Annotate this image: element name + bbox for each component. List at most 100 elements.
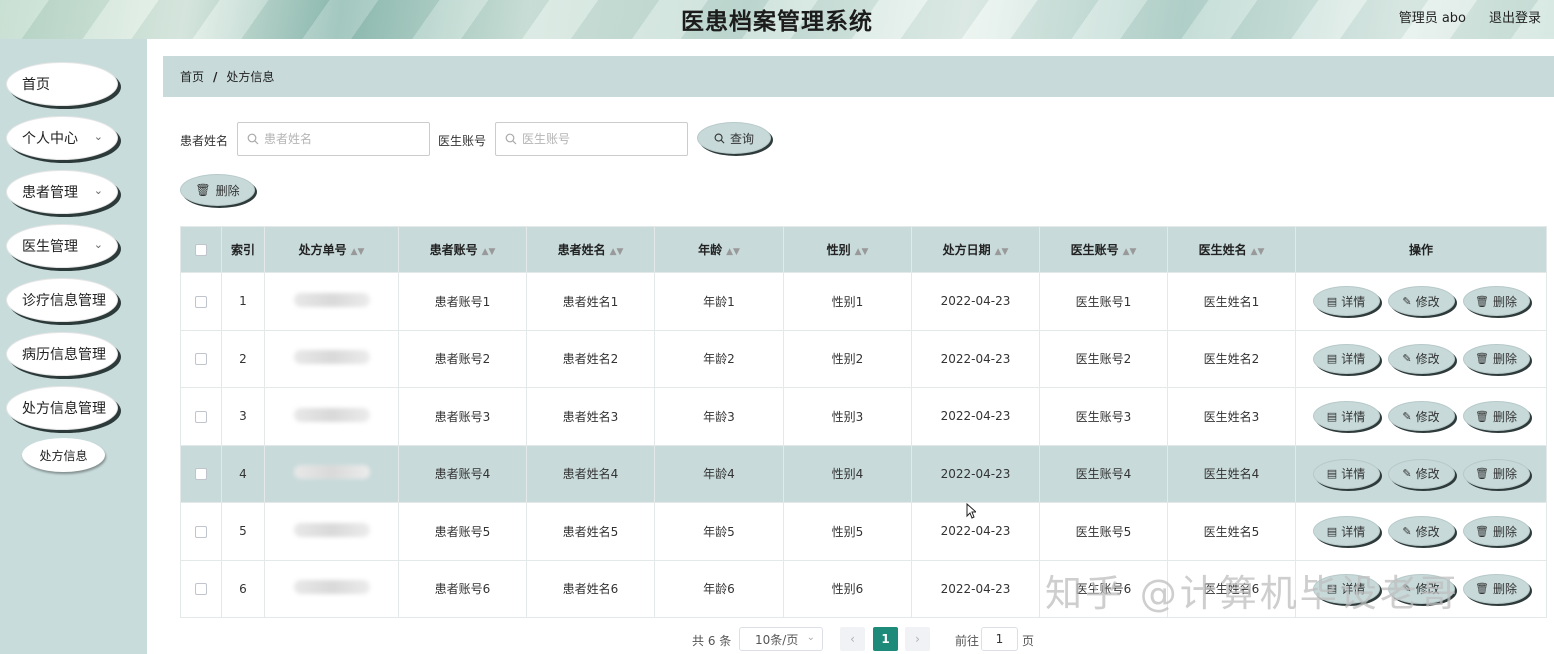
delete-button-label: 删除 xyxy=(1492,467,1517,482)
page-number-current[interactable]: 1 xyxy=(873,627,898,651)
trash-icon: 🗑 xyxy=(1475,524,1489,538)
delete-button[interactable]: 🗑 删除 xyxy=(1462,458,1530,489)
column-label: 医生账号 xyxy=(1070,243,1119,257)
detail-button[interactable]: ▤ 详情 xyxy=(1312,516,1380,547)
patient-name-search[interactable] xyxy=(237,122,430,156)
app-title: 医患档案管理系统 xyxy=(681,9,873,35)
row-checkbox[interactable] xyxy=(195,295,207,308)
row-checkbox[interactable] xyxy=(195,468,207,481)
table-row[interactable]: 4 患者账号4 患者姓名4 年龄4 性别4 2022-04-23 医生账号4 医生姓名4 ▤ 详情… xyxy=(180,444,1547,503)
column-label: 处方日期 xyxy=(942,243,991,257)
detail-button-label: 详情 xyxy=(1341,467,1366,482)
row-checkbox[interactable] xyxy=(195,410,207,423)
edit-button[interactable]: ✎ 修改 xyxy=(1387,343,1455,374)
doctor-account-search[interactable] xyxy=(495,122,688,156)
column-header[interactable]: 年龄 ▲▼ xyxy=(654,226,784,273)
row-checkbox[interactable] xyxy=(195,353,207,366)
next-page-button[interactable]: › xyxy=(905,627,930,651)
trash-icon: 🗑 xyxy=(1475,294,1489,308)
sort-icon[interactable]: ▲▼ xyxy=(610,247,624,257)
detail-button-label: 详情 xyxy=(1341,294,1366,309)
batch-delete-button[interactable]: 🗑 删除 xyxy=(180,174,255,206)
doctor-account-input[interactable] xyxy=(522,132,672,146)
table-row[interactable]: 2 患者账号2 患者姓名2 年龄2 性别2 2022-04-23 医生账号2 医生姓名2 ▤ 详情… xyxy=(180,329,1547,388)
logout-link[interactable]: 退出登录 xyxy=(1489,7,1541,26)
document-icon: ▤ xyxy=(1326,352,1338,366)
select-all-checkbox[interactable] xyxy=(195,244,207,256)
column-header[interactable]: 处方日期 ▲▼ xyxy=(911,226,1040,273)
page-size-value: 10条/页 xyxy=(755,632,799,647)
patient-name-input[interactable] xyxy=(264,132,414,146)
delete-button[interactable]: 🗑 删除 xyxy=(1462,286,1530,317)
page-size-select[interactable]: 10条/页 ⌄ xyxy=(739,627,823,651)
delete-button[interactable]: 🗑 删除 xyxy=(1462,516,1530,547)
row-select-cell xyxy=(180,502,222,561)
cell-gender: 性别6 xyxy=(783,559,912,618)
detail-button[interactable]: ▤ 详情 xyxy=(1312,343,1380,374)
column-header[interactable]: 医生账号 ▲▼ xyxy=(1039,226,1168,273)
cell-patient-name: 患者姓名2 xyxy=(526,329,655,388)
sidebar-item-home[interactable]: 首页 xyxy=(6,62,118,106)
sidebar-item-label: 诊疗信息管理 xyxy=(22,293,106,309)
batch-delete-label: 删除 xyxy=(215,183,240,198)
column-header[interactable]: 处方单号 ▲▼ xyxy=(264,226,399,273)
sort-icon[interactable]: ▲▼ xyxy=(482,247,496,257)
edit-button-label: 修改 xyxy=(1415,352,1440,367)
document-icon: ▤ xyxy=(1326,294,1338,308)
trash-icon: 🗑 xyxy=(1475,352,1489,366)
cell-doctor-name: 医生姓名4 xyxy=(1167,444,1296,503)
sort-icon[interactable]: ▲▼ xyxy=(995,247,1009,257)
sort-icon[interactable]: ▲▼ xyxy=(1251,247,1265,257)
edit-button[interactable]: ✎ 修改 xyxy=(1387,516,1455,547)
row-actions: ▤ 详情 ✎ 修改 🗑 删除 xyxy=(1296,286,1546,317)
prev-page-button[interactable]: ‹ xyxy=(840,627,865,651)
sort-icon[interactable]: ▲▼ xyxy=(726,247,740,257)
column-header[interactable]: 患者姓名 ▲▼ xyxy=(526,226,655,273)
query-button[interactable]: 查询 xyxy=(697,122,771,154)
cell-gender: 性别2 xyxy=(783,329,912,388)
column-header[interactable]: 患者账号 ▲▼ xyxy=(398,226,527,273)
column-header[interactable]: 性别 ▲▼ xyxy=(783,226,912,273)
goto-page-input[interactable]: 1 xyxy=(981,627,1018,651)
detail-button[interactable]: ▤ 详情 xyxy=(1312,286,1380,317)
column-label: 年龄 xyxy=(698,243,723,257)
sort-icon[interactable]: ▲▼ xyxy=(1123,247,1137,257)
sidebar-item-prescription-management[interactable]: 处方信息管理 xyxy=(6,386,118,430)
sort-icon[interactable]: ▲▼ xyxy=(855,247,869,257)
cell-actions: ▤ 详情 ✎ 修改 🗑 删除 xyxy=(1295,329,1547,388)
edit-button[interactable]: ✎ 修改 xyxy=(1387,458,1455,489)
edit-button[interactable]: ✎ 修改 xyxy=(1387,401,1455,432)
sidebar-item-record-management[interactable]: 病历信息管理 xyxy=(6,332,118,376)
detail-button[interactable]: ▤ 详情 xyxy=(1312,401,1380,432)
cell-patient-account: 患者账号6 xyxy=(398,559,527,618)
breadcrumb-home[interactable]: 首页 xyxy=(180,68,204,85)
column-label: 性别 xyxy=(826,243,851,257)
row-checkbox[interactable] xyxy=(195,525,207,538)
row-checkbox[interactable] xyxy=(195,583,207,596)
cell-index: 4 xyxy=(221,444,265,503)
delete-button-label: 删除 xyxy=(1492,524,1517,539)
pencil-icon: ✎ xyxy=(1402,467,1412,481)
table-row[interactable]: 3 患者账号3 患者姓名3 年龄3 性别3 2022-04-23 医生账号3 医生姓名3 ▤ 详情… xyxy=(180,387,1547,446)
sidebar-item-patient-management[interactable]: 患者管理 ⌄ xyxy=(6,170,118,214)
delete-button[interactable]: 🗑 删除 xyxy=(1462,573,1530,604)
delete-button[interactable]: 🗑 删除 xyxy=(1462,343,1530,374)
table-row[interactable]: 1 患者账号1 患者姓名1 年龄1 性别1 2022-04-23 医生账号1 医生姓名1 ▤ 详情… xyxy=(180,272,1547,331)
sidebar-subitem-prescription-info[interactable]: 处方信息 xyxy=(22,438,105,472)
cell-doctor-account: 医生账号3 xyxy=(1039,387,1168,446)
table-row[interactable]: 5 患者账号5 患者姓名5 年龄5 性别5 2022-04-23 医生账号5 医生姓名5 ▤ 详情… xyxy=(180,502,1547,561)
detail-button[interactable]: ▤ 详情 xyxy=(1312,458,1380,489)
column-header[interactable]: 医生姓名 ▲▼ xyxy=(1167,226,1296,273)
cell-patient-name: 患者姓名3 xyxy=(526,387,655,446)
breadcrumb-current: 处方信息 xyxy=(226,70,275,84)
edit-button[interactable]: ✎ 修改 xyxy=(1387,286,1455,317)
cell-age: 年龄4 xyxy=(654,444,784,503)
delete-button[interactable]: 🗑 删除 xyxy=(1462,401,1530,432)
sidebar-item-diagnosis-management[interactable]: 诊疗信息管理 xyxy=(6,278,118,322)
sidebar-item-doctor-management[interactable]: 医生管理 ⌄ xyxy=(6,224,118,268)
cell-doctor-name: 医生姓名3 xyxy=(1167,387,1296,446)
cell-doctor-account: 医生账号2 xyxy=(1039,329,1168,388)
column-header: 索引 xyxy=(221,226,265,273)
sort-icon[interactable]: ▲▼ xyxy=(351,247,365,257)
sidebar-item-personal-center[interactable]: 个人中心 ⌄ xyxy=(6,116,118,160)
